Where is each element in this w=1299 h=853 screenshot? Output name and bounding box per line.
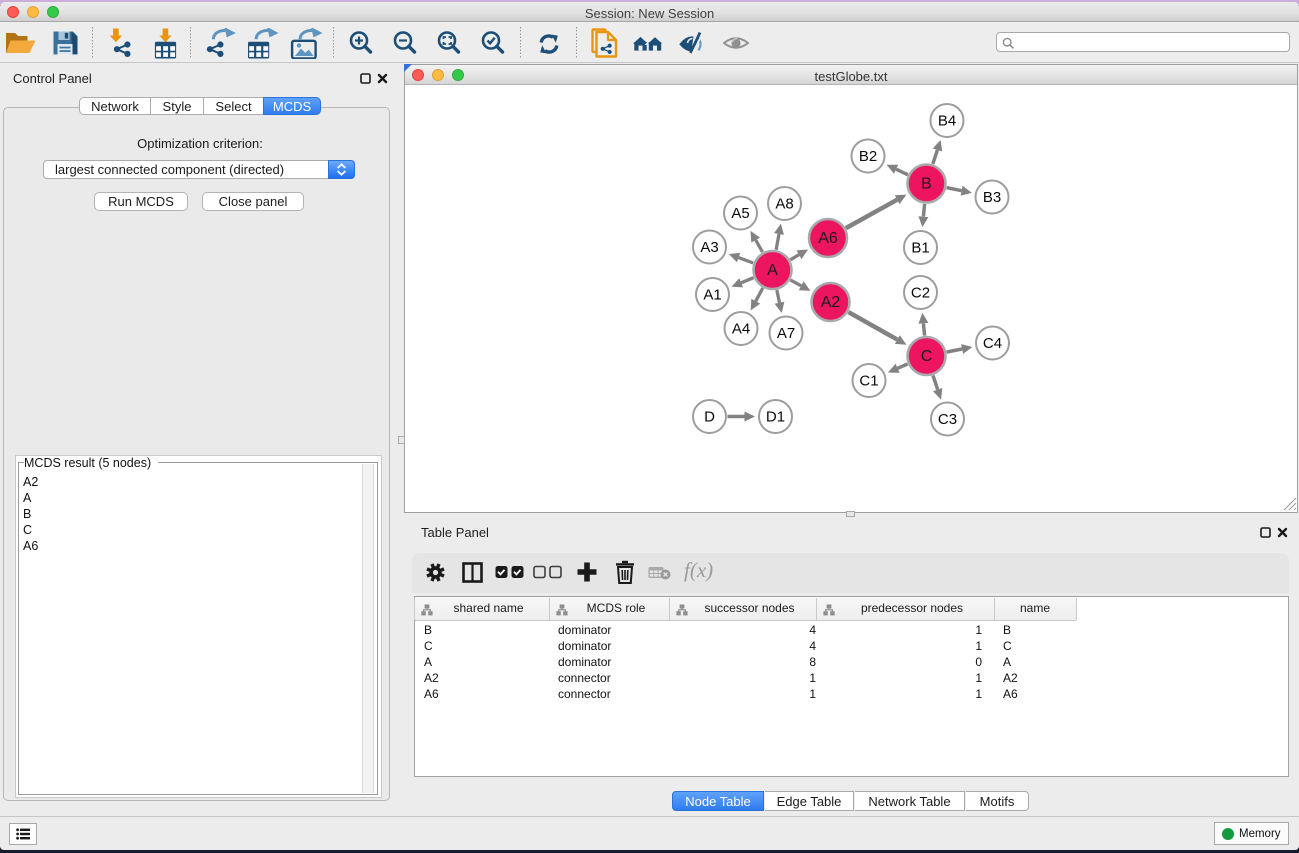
svg-text:B1: B1 <box>911 240 929 257</box>
svg-text:B3: B3 <box>983 189 1001 206</box>
svg-text:B2: B2 <box>859 148 877 165</box>
svg-text:A3: A3 <box>700 239 718 256</box>
svg-text:C3: C3 <box>938 411 957 428</box>
svg-text:C2: C2 <box>911 285 930 302</box>
svg-text:D: D <box>704 409 715 426</box>
svg-text:A6: A6 <box>818 230 838 247</box>
svg-text:B4: B4 <box>938 113 956 130</box>
svg-text:C: C <box>921 348 933 365</box>
svg-text:A8: A8 <box>775 196 793 213</box>
svg-text:C1: C1 <box>859 373 878 390</box>
svg-text:C4: C4 <box>983 335 1002 352</box>
svg-text:A1: A1 <box>703 287 721 304</box>
svg-text:A: A <box>767 262 778 279</box>
svg-text:B: B <box>921 176 932 193</box>
svg-text:A5: A5 <box>731 205 749 222</box>
svg-text:A7: A7 <box>777 325 795 342</box>
svg-text:D1: D1 <box>766 409 785 426</box>
svg-text:A2: A2 <box>821 294 841 311</box>
svg-text:A4: A4 <box>732 321 750 338</box>
